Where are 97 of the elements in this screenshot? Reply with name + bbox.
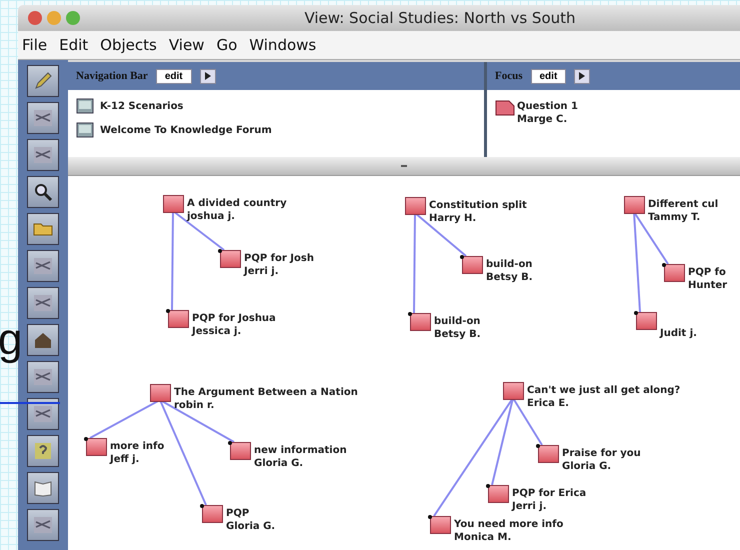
note-author: Gloria G.: [226, 520, 276, 533]
lines-icon: [32, 255, 54, 277]
view-link[interactable]: Welcome To Knowledge Forum: [100, 124, 272, 136]
mode-dropdown[interactable]: edit: [530, 68, 566, 84]
tool-button[interactable]: [27, 176, 59, 208]
note-icon[interactable]: [150, 384, 171, 402]
note-author: Betsy B.: [486, 271, 533, 284]
splitter-bar[interactable]: [68, 157, 740, 176]
note-author: Gloria G.: [254, 457, 304, 470]
triangle-icon: [204, 72, 211, 80]
tool-button[interactable]: [27, 398, 59, 430]
lines-icon: [32, 292, 54, 314]
note-icon[interactable]: [202, 505, 223, 523]
note-icon[interactable]: [624, 196, 645, 214]
menu-item[interactable]: File: [22, 36, 48, 54]
note-author: Hunter: [688, 279, 728, 292]
menu-item[interactable]: View: [168, 36, 204, 54]
note-icon[interactable]: [168, 310, 189, 328]
note-title[interactable]: Praise for you: [562, 447, 641, 460]
note-icon[interactable]: [430, 516, 451, 534]
arrow-button[interactable]: [574, 68, 590, 84]
note-icon[interactable]: [230, 442, 251, 460]
tool-button[interactable]: [27, 102, 59, 134]
note-author: Harry H.: [429, 212, 478, 225]
note-author: Betsy B.: [434, 328, 481, 341]
triangle-icon: [579, 72, 586, 80]
tool-button[interactable]: [27, 65, 59, 97]
tool-button[interactable]: [27, 361, 59, 393]
note-title[interactable]: You need more info: [454, 518, 564, 531]
panel-title: Navigation Bar: [76, 70, 148, 82]
view-icon: [76, 98, 94, 114]
note-title[interactable]: A divided country: [187, 197, 287, 210]
note-author: Tammy T.: [648, 211, 702, 224]
note-title[interactable]: PQP for Josh: [244, 252, 314, 265]
menu-item[interactable]: Objects: [100, 36, 157, 54]
lines-icon: [32, 107, 54, 129]
note-title[interactable]: build-on: [434, 315, 481, 328]
lines-icon: [32, 366, 54, 388]
tool-button[interactable]: [27, 213, 59, 245]
note-title[interactable]: Can't we just all get along?: [527, 384, 680, 397]
menu-item[interactable]: Go: [216, 36, 238, 54]
note-author: Jessica j.: [192, 325, 242, 338]
tool-button[interactable]: [27, 139, 59, 171]
window-title: View: Social Studies: North vs South: [303, 9, 577, 27]
note-icon[interactable]: [462, 256, 483, 274]
note-title[interactable]: Different cul: [648, 198, 718, 211]
note-author: Gloria G.: [562, 460, 612, 473]
pencil-icon: [32, 70, 54, 92]
note-author: joshua j.: [187, 210, 236, 223]
note-author: Jerri j.: [512, 500, 548, 513]
view-icon: [76, 122, 94, 138]
tool-button[interactable]: [27, 509, 59, 541]
panel-title: Focus: [495, 70, 522, 82]
mode-dropdown[interactable]: edit: [156, 68, 192, 84]
note-title[interactable]: new information: [254, 444, 347, 457]
lines-icon: [32, 514, 54, 536]
note-icon[interactable]: [220, 250, 241, 268]
menu-item[interactable]: Edit: [59, 36, 88, 54]
note-author: Erica E.: [527, 397, 570, 410]
note-icon[interactable]: [86, 438, 107, 456]
note-icon[interactable]: [405, 197, 426, 215]
note-icon[interactable]: [664, 264, 685, 282]
note-icon[interactable]: [488, 485, 509, 503]
note-icon: [495, 98, 515, 116]
lines-icon: [32, 403, 54, 425]
search-icon: [32, 181, 54, 203]
tool-button[interactable]: [27, 250, 59, 282]
note-icon[interactable]: [538, 445, 559, 463]
note-title[interactable]: Question 1: [517, 100, 578, 113]
note-title[interactable]: PQP: [226, 507, 276, 520]
note-icon[interactable]: [410, 313, 431, 331]
tool-button[interactable]: [27, 472, 59, 504]
help-icon: [32, 440, 54, 462]
view-link[interactable]: K-12 Scenarios: [100, 100, 184, 112]
note-title[interactable]: PQP for Erica: [512, 487, 586, 500]
lines-icon: [32, 144, 54, 166]
note-icon[interactable]: [636, 312, 657, 330]
note-author: Judit j.: [660, 327, 697, 340]
note-icon[interactable]: [163, 195, 184, 213]
tool-button[interactable]: [27, 287, 59, 319]
note-author: Monica M.: [454, 531, 512, 544]
close-button[interactable]: [28, 11, 42, 25]
note-author: robin r.: [174, 399, 216, 412]
note-icon[interactable]: [503, 382, 524, 400]
note-author: Marge C.: [517, 113, 568, 126]
arrow-button[interactable]: [200, 68, 216, 84]
note-title[interactable]: build-on: [486, 258, 533, 271]
note-author: Jeff j.: [110, 453, 140, 466]
tool-button[interactable]: [27, 324, 59, 356]
tool-button[interactable]: [27, 435, 59, 467]
note-title[interactable]: PQP fo: [688, 266, 728, 279]
note-title[interactable]: Constitution split: [429, 199, 527, 212]
menu-item[interactable]: Windows: [249, 36, 316, 54]
note-author: Jerri j.: [244, 265, 280, 278]
note-title[interactable]: more info: [110, 440, 164, 453]
note-title[interactable]: The Argument Between a Nation: [174, 386, 358, 399]
note-title[interactable]: PQP for Joshua: [192, 312, 276, 325]
